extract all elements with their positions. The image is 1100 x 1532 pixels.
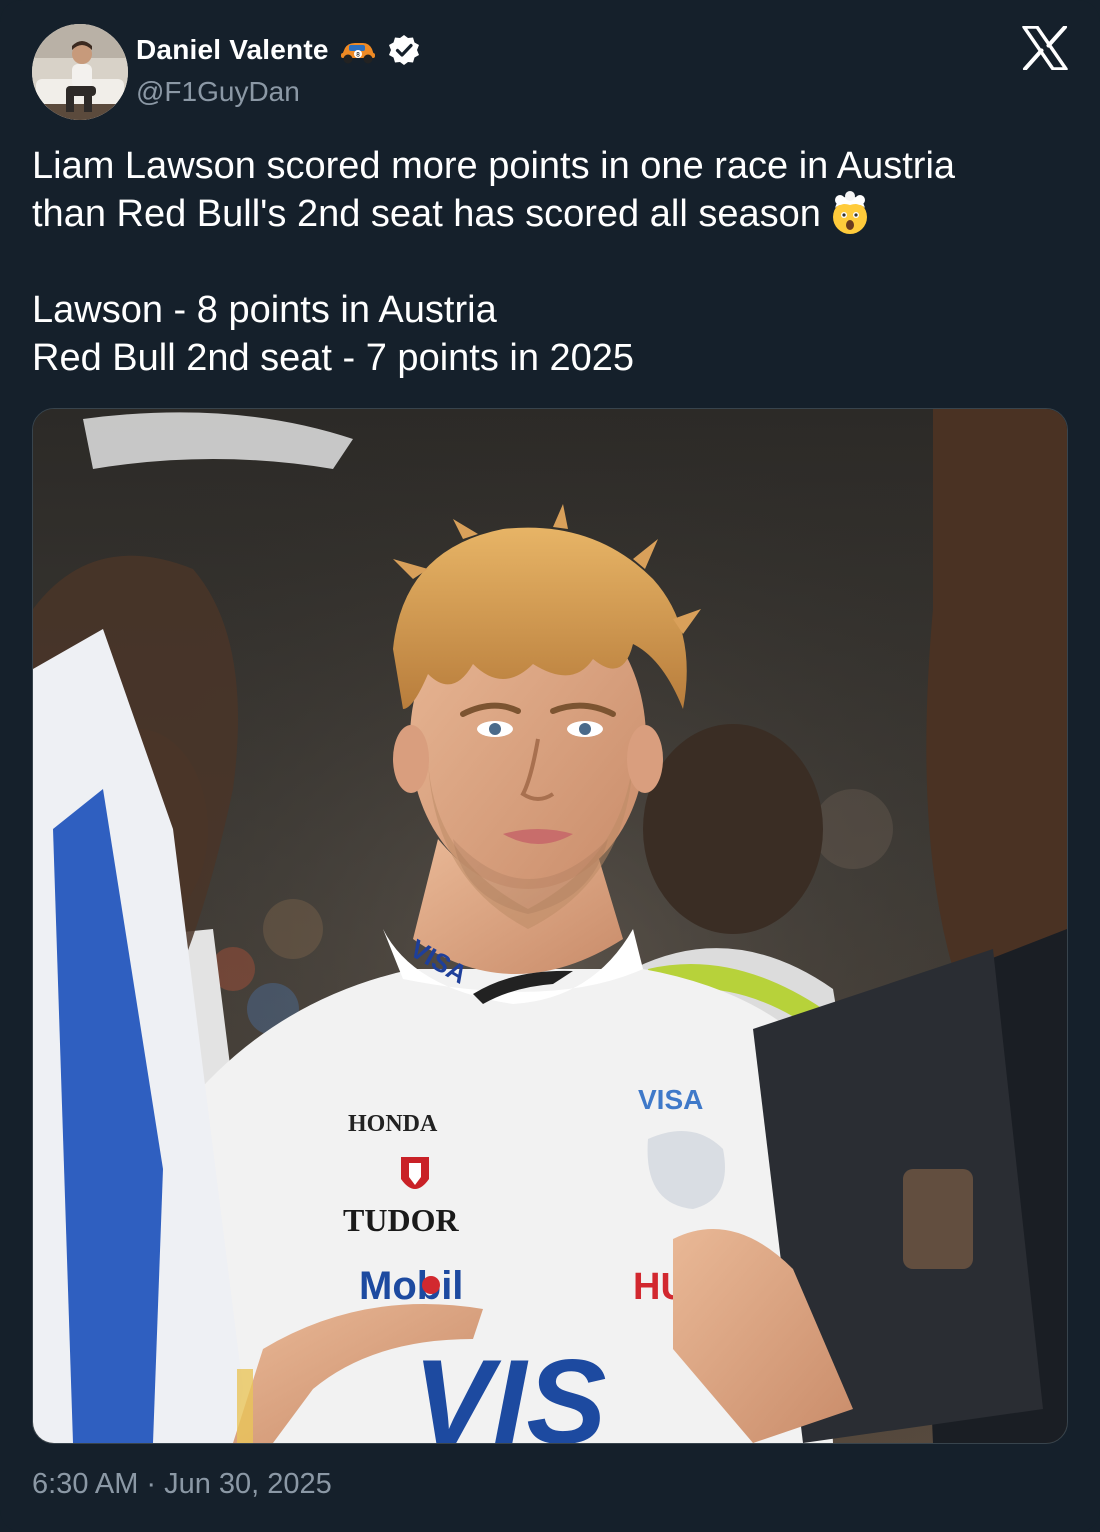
tweet-body: Liam Lawson scored more points in one ra… [32,142,1072,382]
author-name-row: Daniel Valente 8 [136,30,421,70]
verified-badge-icon [387,33,421,67]
tweet-date: Jun 30, 2025 [164,1468,332,1500]
svg-text:Mobil: Mobil [359,1264,463,1308]
author-handle[interactable]: @F1GuyDan [136,76,300,108]
timestamp-separator: · [146,1468,157,1500]
avatar[interactable] [32,24,128,120]
tweet-line-2: than Red Bull's 2nd seat has scored all … [32,190,1072,238]
race-car-emoji-icon: 8 [339,35,377,65]
tweet-line-3: Lawson - 8 points in Austria [32,289,497,331]
exploding-head-emoji-icon [827,190,873,236]
tweet-card: Daniel Valente 8 @F1GuyDan Liam Lawson s… [0,0,1100,1532]
tweet-line-2-text: than Red Bull's 2nd seat has scored all … [32,193,821,235]
svg-text:8: 8 [356,52,360,59]
svg-text:HONDA: HONDA [348,1111,438,1137]
tweet-time: 6:30 AM [32,1468,139,1500]
svg-text:VISA: VISA [638,1084,703,1115]
x-logo-icon[interactable] [1022,25,1068,71]
svg-text:VIS: VIS [413,1335,606,1443]
author-display-name[interactable]: Daniel Valente [136,34,329,66]
tweet-line-1: Liam Lawson scored more points in one ra… [32,145,956,187]
tweet-photo[interactable]: VISA HONDA TUDOR Mobil VISA HUGO VIS [32,408,1068,1444]
svg-text:TUDOR: TUDOR [343,1202,459,1238]
tweet-timestamp[interactable]: 6:30 AM · Jun 30, 2025 [32,1468,332,1501]
tweet-line-4: Red Bull 2nd seat - 7 points in 2025 [32,337,635,379]
